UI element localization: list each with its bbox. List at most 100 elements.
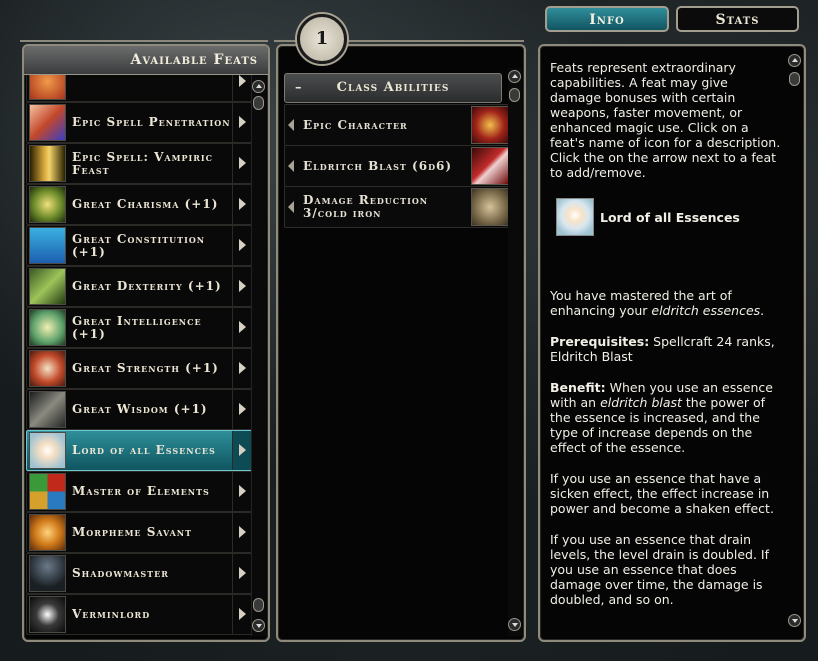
ability-label-text: Damage Reduction 3/cold iron — [303, 193, 429, 220]
feat-label[interactable]: Great Intelligence (+1) — [72, 308, 232, 347]
feat-label[interactable]: Epic Spell: Vampiric Feast — [72, 144, 232, 183]
great-wisdom-icon[interactable] — [29, 391, 66, 428]
feat-label[interactable]: Verminlord — [72, 595, 232, 634]
eldritch-blast-icon[interactable] — [471, 147, 509, 185]
add-feat-arrow-button[interactable] — [232, 554, 251, 593]
great-intelligence-icon[interactable] — [29, 309, 66, 346]
add-feat-arrow-button[interactable] — [232, 390, 251, 429]
remove-feat-arrow-button[interactable] — [285, 105, 299, 145]
epic-spell-penetration-icon[interactable] — [29, 104, 66, 141]
scroll-up-button[interactable] — [508, 70, 521, 83]
remove-feat-arrow-button[interactable] — [285, 146, 299, 186]
add-feat-arrow-button[interactable] — [232, 595, 251, 634]
info-drain-paragraph: If you use an essence that drain levels,… — [550, 532, 770, 607]
tab-stats[interactable]: Stats — [676, 6, 799, 32]
scroll-thumb[interactable] — [509, 88, 520, 102]
lord-of-all-essences-icon[interactable] — [556, 198, 594, 236]
feat-row[interactable]: Morpheme Savant — [26, 512, 252, 553]
feat-label[interactable]: Great Charisma (+1) — [72, 185, 232, 224]
master-of-elements-icon[interactable] — [29, 473, 66, 510]
selected-feats-panel: – Class Abilities Epic Character Eldritch… — [276, 44, 526, 642]
feat-label[interactable]: Great Dexterity (+1) — [72, 267, 232, 306]
add-feat-arrow-button[interactable] — [232, 349, 251, 388]
feat-label[interactable]: Great Wisdom (+1) — [72, 390, 232, 429]
feat-label[interactable]: Epic Spell Penetration — [72, 103, 232, 142]
scroll-thumb-lower[interactable] — [253, 598, 264, 612]
feat-row[interactable]: Great Dexterity (+1) — [26, 266, 252, 307]
feat-label[interactable]: Great Strength (+1) — [72, 349, 232, 388]
great-constitution-icon[interactable] — [29, 227, 66, 264]
feat-label[interactable]: Master of Elements — [72, 472, 232, 511]
add-feat-arrow-button[interactable] — [232, 185, 251, 224]
feat-row[interactable]: Great Charisma (+1) — [26, 184, 252, 225]
scroll-thumb[interactable] — [253, 96, 264, 110]
feat-label-text: Great Wisdom (+1) — [72, 402, 208, 416]
feat-label[interactable]: Great Constitution (+1) — [72, 226, 232, 265]
add-feat-arrow-button[interactable] — [232, 75, 251, 101]
great-strength-icon[interactable] — [29, 350, 66, 387]
scroll-up-button[interactable] — [252, 80, 265, 93]
info-intro: Feats represent extraordinary capabiliti… — [550, 60, 781, 180]
add-feat-arrow-button[interactable] — [232, 308, 251, 347]
feat-row[interactable]: Master of Elements — [26, 471, 252, 512]
add-feat-arrow-button[interactable] — [232, 144, 251, 183]
available-feats-header: Available Feats — [24, 46, 268, 75]
verminlord-icon[interactable] — [29, 596, 66, 633]
great-dexterity-icon[interactable] — [29, 268, 66, 305]
ability-label[interactable]: Damage Reduction 3/cold iron — [303, 187, 468, 227]
feat-row[interactable]: Shadowmaster — [26, 553, 252, 594]
remove-feat-arrow-button[interactable] — [285, 187, 299, 227]
feat-label-text: Epic Spell Penetration — [72, 115, 231, 129]
add-feat-arrow-button[interactable] — [232, 431, 251, 470]
feat-row[interactable]: Great Wisdom (+1) — [26, 389, 252, 430]
tab-info[interactable]: Info — [545, 6, 669, 32]
left-ornament-line — [20, 40, 268, 42]
feat-label-text: Epic Spell: Vampiric Feast — [72, 149, 213, 177]
ability-label[interactable]: Epic Character — [303, 105, 468, 145]
ability-row[interactable]: Eldritch Blast (6d6) — [284, 145, 510, 187]
add-feat-arrow-button[interactable] — [232, 103, 251, 142]
feat-label[interactable]: Lord of all Essences — [72, 431, 232, 470]
shadowmaster-icon[interactable] — [29, 555, 66, 592]
add-feat-arrow-button[interactable] — [232, 472, 251, 511]
lord-of-all-essences-icon[interactable] — [29, 432, 66, 469]
feat-label[interactable] — [72, 75, 232, 101]
add-feat-arrow-button[interactable] — [232, 267, 251, 306]
feat-row[interactable]: Epic Spell: Vampiric Feast — [26, 143, 252, 184]
scroll-up-button[interactable] — [788, 54, 801, 67]
great-charisma-icon[interactable] — [29, 186, 66, 223]
vampiric-feast-icon[interactable] — [29, 145, 66, 182]
feat-label[interactable]: Morpheme Savant — [72, 513, 232, 552]
scroll-down-button[interactable] — [252, 619, 265, 632]
info-feat-name: Lord of all Essences — [600, 209, 740, 225]
feat-row[interactable]: Great Constitution (+1) — [26, 225, 252, 266]
ability-row[interactable]: Epic Character — [284, 104, 510, 146]
feat-label[interactable]: Shadowmaster — [72, 554, 232, 593]
morpheme-savant-icon[interactable] — [29, 514, 66, 551]
add-feat-arrow-button[interactable] — [232, 226, 251, 265]
feat-label-text: Morpheme Savant — [72, 525, 193, 539]
collapse-toggle[interactable]: – — [295, 74, 303, 102]
class-abilities-header[interactable]: – Class Abilities — [284, 73, 502, 103]
feat-list-scrollbar[interactable] — [251, 76, 266, 636]
add-feat-arrow-button[interactable] — [232, 513, 251, 552]
feat-row[interactable]: Epic Spell Penetration — [26, 102, 252, 143]
feat-row[interactable]: Verminlord — [26, 594, 252, 635]
selected-feats-scrollbar[interactable] — [508, 68, 522, 636]
feat-row[interactable]: Great Intelligence (+1) — [26, 307, 252, 348]
feat-row[interactable] — [26, 75, 252, 102]
scroll-down-button[interactable] — [788, 614, 801, 627]
epic-character-icon[interactable] — [471, 106, 509, 144]
feat-row[interactable]: Lord of all Essences — [26, 430, 252, 471]
feat-row[interactable]: Great Strength (+1) — [26, 348, 252, 389]
feat-label-text: Verminlord — [72, 607, 151, 621]
ability-label[interactable]: Eldritch Blast (6d6) — [303, 146, 468, 186]
ability-row[interactable]: Damage Reduction 3/cold iron — [284, 186, 510, 228]
damage-reduction-icon[interactable] — [471, 188, 509, 226]
feat-label-text: Lord of all Essences — [72, 443, 216, 457]
info-scrollbar[interactable] — [788, 52, 802, 632]
feat-icon[interactable] — [29, 75, 66, 100]
scroll-thumb[interactable] — [789, 72, 800, 86]
scroll-down-button[interactable] — [508, 618, 521, 631]
info-prerequisites: Prerequisites: Spellcraft 24 ranks, Eldr… — [550, 334, 775, 364]
